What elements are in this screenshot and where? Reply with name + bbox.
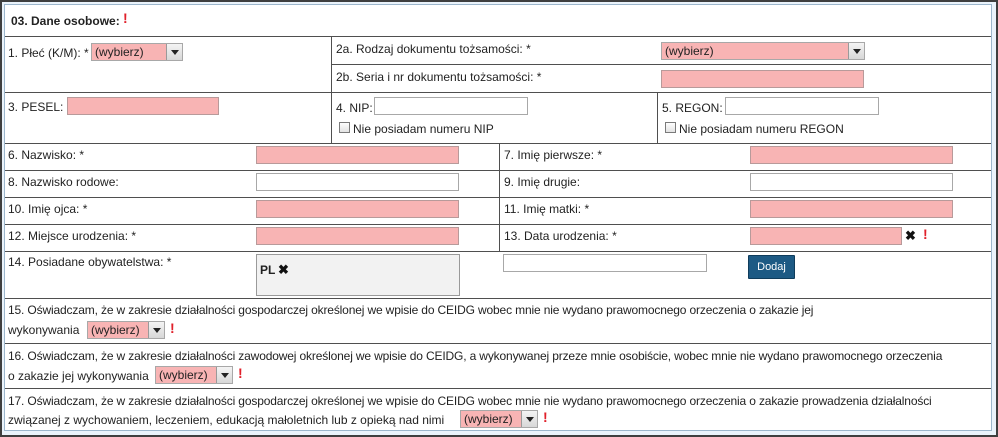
- imie-pierwsze-label: 7. Imię pierwsze: *: [504, 148, 603, 162]
- close-icon[interactable]: ✖: [905, 229, 916, 243]
- divider: [499, 143, 500, 251]
- plec-label: 1. Płeć (K/M): *: [8, 46, 89, 60]
- plec-value: (wybierz): [95, 45, 144, 59]
- exclamation-icon: !: [923, 226, 928, 242]
- regon-checkbox-label: Nie posiadam numeru REGON: [679, 122, 844, 136]
- divider: [331, 64, 991, 65]
- statement-16-value: (wybierz): [159, 368, 208, 382]
- seria-nr-label: 2b. Seria i nr dokumentu tożsamości: *: [336, 70, 542, 84]
- pesel-label: 3. PESEL:: [8, 100, 64, 114]
- plec-select[interactable]: (wybierz): [91, 43, 183, 61]
- chevron-down-icon: [148, 322, 164, 338]
- nip-checkbox[interactable]: [339, 122, 350, 133]
- exclamation-icon: !: [238, 365, 243, 381]
- divider: [5, 143, 991, 144]
- divider: [5, 92, 991, 93]
- divider: [5, 36, 991, 37]
- nazwisko-input[interactable]: [256, 146, 459, 164]
- nazwisko-rodowe-input[interactable]: [256, 173, 459, 191]
- exclamation-icon: !: [123, 10, 128, 26]
- divider: [5, 343, 991, 344]
- regon-label: 5. REGON:: [662, 101, 723, 115]
- section-title: 03. Dane osobowe:: [11, 14, 120, 28]
- imie-ojca-input[interactable]: [256, 200, 459, 218]
- nip-input[interactable]: [374, 97, 528, 115]
- statement-15-text: 15. Oświadczam, że w zakresie działalnoś…: [8, 303, 814, 317]
- divider: [5, 170, 991, 171]
- nip-checkbox-label: Nie posiadam numeru NIP: [353, 122, 494, 136]
- divider: [657, 92, 658, 143]
- statement-15-text-cont: wykonywania: [8, 323, 80, 337]
- imie-matki-label: 11. Imię matki: *: [504, 202, 590, 216]
- miejsce-urodzenia-input[interactable]: [256, 227, 459, 245]
- statement-16-text-cont: o zakazie jej wykonywania: [8, 369, 149, 383]
- regon-input[interactable]: [725, 97, 879, 115]
- regon-checkbox[interactable]: [665, 122, 676, 133]
- form-panel: 03. Dane osobowe: ! 1. Płeć (K/M): * (wy…: [4, 4, 992, 431]
- miejsce-urodzenia-label: 12. Miejsce urodzenia: *: [8, 229, 137, 243]
- statement-17-select[interactable]: (wybierz): [460, 410, 538, 428]
- imie-drugie-label: 9. Imię drugie:: [504, 175, 581, 189]
- seria-nr-input[interactable]: [661, 70, 864, 88]
- rodzaj-dokumentu-select[interactable]: (wybierz): [661, 42, 865, 60]
- data-urodzenia-label: 13. Data urodzenia: *: [504, 229, 617, 243]
- imie-ojca-label: 10. Imię ojca: *: [8, 202, 88, 216]
- chevron-down-icon: [521, 411, 537, 427]
- imie-pierwsze-input[interactable]: [750, 146, 953, 164]
- close-icon[interactable]: ✖: [278, 263, 289, 277]
- statement-15-select[interactable]: (wybierz): [87, 321, 165, 339]
- divider: [5, 251, 991, 252]
- divider: [5, 224, 991, 225]
- obywatelstwo-input[interactable]: [503, 254, 707, 272]
- exclamation-icon: !: [543, 409, 548, 425]
- obywatelstwo-item: PL: [260, 263, 276, 277]
- nazwisko-rodowe-label: 8. Nazwisko rodowe:: [8, 175, 119, 189]
- statement-17-value: (wybierz): [464, 412, 513, 426]
- chevron-down-icon: [216, 367, 232, 383]
- statement-16-select[interactable]: (wybierz): [155, 366, 233, 384]
- statement-17-text: 17. Oświadczam, że w zakresie działalnoś…: [8, 394, 932, 408]
- obywatelstwa-label: 14. Posiadane obywatelstwa: *: [8, 255, 172, 269]
- exclamation-icon: !: [170, 320, 175, 336]
- divider: [331, 36, 332, 143]
- statement-16-text: 16. Oświadczam, że w zakresie działalnoś…: [8, 349, 943, 363]
- rodzaj-dokumentu-label: 2a. Rodzaj dokumentu tożsamości: *: [336, 42, 531, 56]
- divider: [5, 388, 991, 389]
- statement-15-value: (wybierz): [91, 323, 140, 337]
- imie-drugie-input[interactable]: [750, 173, 953, 191]
- chevron-down-icon: [848, 43, 864, 59]
- nazwisko-label: 6. Nazwisko: *: [8, 148, 85, 162]
- divider: [5, 197, 991, 198]
- pesel-input[interactable]: [67, 97, 219, 115]
- nip-label: 4. NIP:: [336, 101, 373, 115]
- divider: [5, 298, 991, 299]
- chevron-down-icon: [166, 44, 182, 60]
- imie-matki-input[interactable]: [750, 200, 953, 218]
- add-button[interactable]: Dodaj: [748, 255, 795, 279]
- statement-17-text-cont: związanej z wychowaniem, leczeniem, eduk…: [8, 413, 445, 427]
- obywatelstwa-list: PL ✖: [256, 254, 460, 296]
- rodzaj-dokumentu-value: (wybierz): [665, 44, 714, 58]
- data-urodzenia-input[interactable]: [750, 227, 902, 245]
